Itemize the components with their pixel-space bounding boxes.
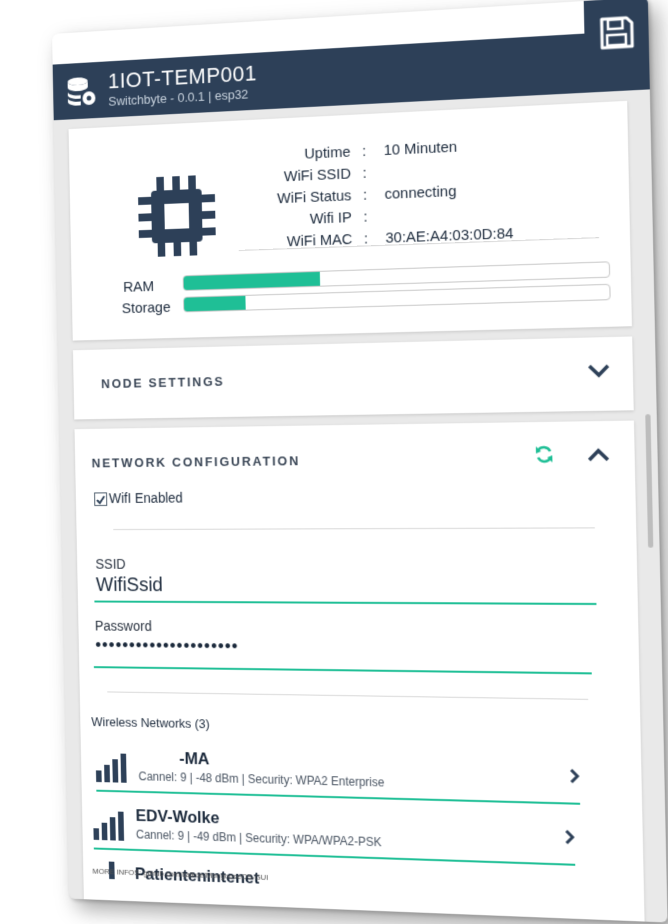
scrollbar[interactable] xyxy=(645,414,654,548)
status-info-table: Uptime : 10 Minuten WiFi SSID : WiFi Sta… xyxy=(246,133,514,254)
status-card: Uptime : 10 Minuten WiFi SSID : WiFi Sta… xyxy=(68,100,632,341)
chevron-down-icon[interactable] xyxy=(587,364,610,379)
wifi-enabled-checkbox[interactable] xyxy=(94,492,107,506)
refresh-icon[interactable] xyxy=(534,444,555,465)
chevron-right-icon[interactable] xyxy=(564,829,575,846)
password-label: Password xyxy=(94,617,152,634)
status-colon: : xyxy=(362,186,368,204)
cpu-chip-icon xyxy=(138,175,216,257)
storage-bar-fill xyxy=(183,295,246,312)
wifi-network-name: EDV-Wolke xyxy=(135,806,220,828)
status-key: Wifi IP xyxy=(309,208,352,228)
database-gear-icon xyxy=(67,77,96,107)
network-divider-2 xyxy=(107,691,589,700)
password-underline xyxy=(93,666,592,675)
node-settings-title: NODE SETTINGS xyxy=(100,373,225,392)
chevron-up-icon[interactable] xyxy=(587,448,610,463)
status-key: Uptime xyxy=(304,143,351,163)
save-button[interactable] xyxy=(583,0,650,93)
signal-strength-icon xyxy=(95,753,127,783)
wifi-network-underline xyxy=(96,789,581,805)
network-config-card: NETWORK CONFIGURATION WifI Enabled SSID … xyxy=(74,420,646,923)
status-value: connecting xyxy=(384,182,457,203)
wifi-network-item[interactable]: -MA Cannel: 9 | -48 dBm | Security: WPA2… xyxy=(95,747,581,813)
network-divider xyxy=(113,527,595,531)
status-colon: : xyxy=(362,164,367,182)
status-colon: : xyxy=(361,142,367,160)
wifi-network-meta: Cannel: 9 | -48 dBm | Security: WPA2 Ent… xyxy=(138,769,385,790)
ssid-underline xyxy=(94,600,597,606)
checkmark-icon xyxy=(95,494,106,506)
status-key: WiFi Status xyxy=(277,186,352,207)
ram-label: RAM xyxy=(123,278,155,296)
chevron-right-icon[interactable] xyxy=(569,768,580,785)
status-colon: : xyxy=(363,208,368,226)
network-config-title[interactable]: NETWORK CONFIGURATION xyxy=(92,453,301,470)
password-input[interactable]: ••••••••••••••••••••• xyxy=(95,635,239,657)
ssid-label: SSID xyxy=(95,556,126,572)
ram-bar-fill xyxy=(183,271,320,290)
wifi-enabled-label: WifI Enabled xyxy=(108,489,183,506)
floppy-disk-icon xyxy=(598,14,634,51)
app-window: 1IOT-TEMP001 Switchbyte - 0.0.1 | esp32 … xyxy=(52,0,668,923)
signal-strength-icon xyxy=(93,811,125,841)
storage-label: Storage xyxy=(121,299,171,318)
ssid-input[interactable] xyxy=(93,571,503,601)
wifi-network-name: -MA xyxy=(179,749,210,769)
node-settings-card[interactable]: NODE SETTINGS xyxy=(72,336,634,420)
wifi-network-meta: Cannel: 9 | -49 dBm | Security: WPA/WPA2… xyxy=(135,827,382,850)
wireless-networks-label: Wireless Networks (3) xyxy=(91,714,210,732)
status-key: WiFi SSID xyxy=(283,164,352,185)
status-value: 10 Minuten xyxy=(383,138,458,159)
